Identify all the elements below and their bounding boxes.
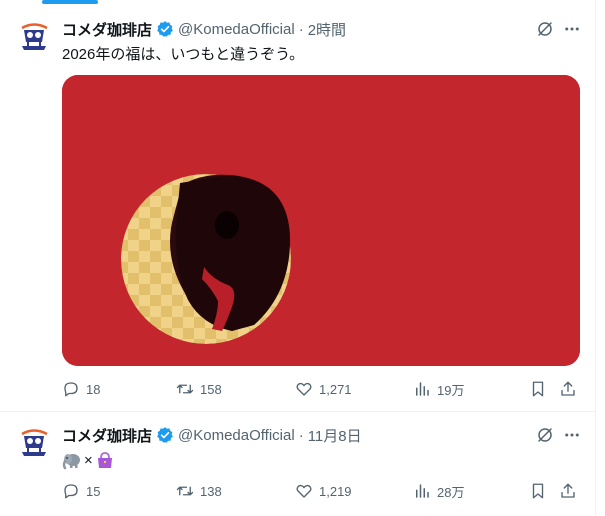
retweet-icon	[176, 384, 194, 394]
grok-icon[interactable]	[536, 20, 554, 38]
handbag-emoji-icon	[97, 452, 112, 468]
verified-badge-icon	[157, 21, 173, 37]
more-icon[interactable]	[562, 20, 582, 38]
bookmark-button[interactable]	[529, 377, 547, 401]
avatar[interactable]	[14, 422, 54, 462]
reply-icon	[64, 484, 78, 499]
avatar[interactable]	[14, 16, 54, 56]
tweet-text: 2026年の福は、いつもと違うぞう。	[62, 46, 305, 63]
retweet-icon	[176, 486, 194, 496]
share-icon	[561, 483, 575, 498]
more-icon[interactable]	[562, 426, 582, 444]
tweet-image[interactable]	[62, 75, 580, 366]
author-name[interactable]: コメダ珈琲店	[62, 425, 152, 446]
tweet-actions: 15 138 1,219 28万	[62, 479, 582, 503]
tweet[interactable]: コメダ珈琲店 @KomedaOfficial · 11月8日 × 15 138 …	[0, 412, 595, 516]
views-icon	[416, 484, 429, 498]
tweet[interactable]: コメダ珈琲店 @KomedaOfficial · 2時間 2026年の福は、いつ…	[0, 6, 595, 411]
like-button[interactable]: 1,219	[295, 479, 352, 503]
reply-count: 18	[86, 381, 101, 397]
elephant-emoji-icon	[62, 454, 80, 470]
views-button[interactable]: 28万	[413, 479, 464, 503]
views-icon	[416, 382, 429, 396]
retweet-count: 138	[200, 483, 222, 499]
reply-icon	[64, 382, 78, 397]
tweet-header: コメダ珈琲店 @KomedaOfficial · 2時間	[62, 18, 346, 40]
author-handle[interactable]: @KomedaOfficial	[178, 427, 295, 444]
retweet-count: 158	[200, 381, 222, 397]
reply-button[interactable]: 15	[62, 479, 100, 503]
view-count: 19万	[437, 382, 465, 398]
retweet-button[interactable]: 158	[176, 377, 222, 401]
author-name[interactable]: コメダ珈琲店	[62, 19, 152, 40]
tweet-time[interactable]: 11月8日	[308, 425, 362, 446]
separator-dot: ·	[298, 426, 304, 444]
reply-button[interactable]: 18	[62, 377, 100, 401]
like-icon	[296, 484, 312, 498]
tweet-actions: 18 158 1,271 19万	[62, 377, 582, 401]
tweet-time[interactable]: 2時間	[308, 19, 346, 40]
bookmark-icon	[532, 381, 544, 397]
share-button[interactable]	[559, 377, 577, 401]
retweet-button[interactable]: 138	[176, 479, 222, 503]
view-count: 28万	[437, 484, 465, 500]
like-count: 1,271	[319, 381, 352, 397]
grok-icon[interactable]	[536, 426, 554, 444]
author-handle[interactable]: @KomedaOfficial	[178, 21, 295, 38]
like-count: 1,219	[319, 483, 352, 499]
active-tab-indicator	[42, 0, 98, 4]
times-symbol: ×	[84, 451, 93, 469]
like-icon	[296, 382, 312, 396]
elephant-moon-illustration	[62, 75, 580, 366]
verified-badge-icon	[157, 427, 173, 443]
bookmark-button[interactable]	[529, 479, 547, 503]
separator-dot: ·	[298, 20, 304, 38]
views-button[interactable]: 19万	[413, 377, 464, 401]
bookmark-icon	[532, 483, 544, 499]
tweet-header: コメダ珈琲店 @KomedaOfficial · 11月8日	[62, 424, 362, 446]
like-button[interactable]: 1,271	[295, 377, 352, 401]
share-icon	[561, 381, 575, 396]
tweet-text: ×	[62, 448, 115, 472]
timeline-border	[595, 0, 596, 516]
reply-count: 15	[86, 483, 101, 499]
share-button[interactable]	[559, 479, 577, 503]
